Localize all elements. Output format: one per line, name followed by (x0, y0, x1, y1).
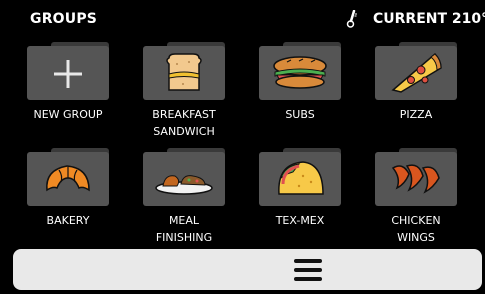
chicken-wings-icon (391, 164, 440, 194)
pizza-slice-icon (391, 52, 442, 93)
group-tile-tex-mex[interactable]: TEX-MEX (259, 148, 347, 248)
plated-meal-icon (155, 175, 213, 195)
sandwich-icon (166, 53, 202, 91)
thermometer-icon (346, 10, 357, 28)
group-label: CHICKEN WINGS (391, 214, 441, 244)
folder (259, 42, 341, 100)
current-temperature: CURRENT 210°C (373, 11, 485, 27)
group-tile-meal-finishing[interactable]: MEAL FINISHING (143, 148, 231, 248)
group-label: BAKERY (46, 214, 90, 227)
group-tile-breakfast-sandwich[interactable]: BREAKFAST SANDWICH (143, 42, 231, 142)
group-label: BREAKFAST SANDWICH (152, 108, 216, 138)
folder (375, 42, 457, 100)
group-tile-new-group[interactable]: NEW GROUP (27, 42, 115, 142)
group-label: TEX-MEX (275, 214, 325, 227)
group-tile-chicken-wings[interactable]: CHICKEN WINGS (375, 148, 463, 248)
taco-icon (278, 161, 324, 195)
folder (27, 148, 109, 206)
group-label: PIZZA (399, 108, 433, 121)
folder (143, 42, 225, 100)
plus-icon (54, 60, 82, 88)
sub-sandwich-icon (273, 56, 327, 89)
croissant-icon (46, 165, 90, 192)
folder (27, 42, 109, 100)
bottom-menu-bar[interactable] (13, 249, 482, 290)
group-tile-bakery[interactable]: BAKERY (27, 148, 115, 248)
folder (259, 148, 341, 206)
page-title: GROUPS (30, 11, 98, 27)
folder (143, 148, 225, 206)
folder (375, 148, 457, 206)
group-label: SUBS (285, 108, 315, 121)
hamburger-menu-icon[interactable] (294, 259, 322, 281)
group-label: MEAL FINISHING (155, 214, 213, 244)
group-tile-subs[interactable]: SUBS (259, 42, 347, 142)
header-bar: GROUPS CURRENT 210°C (0, 0, 485, 36)
group-tile-pizza[interactable]: PIZZA (375, 42, 463, 142)
group-label: NEW GROUP (33, 108, 103, 121)
